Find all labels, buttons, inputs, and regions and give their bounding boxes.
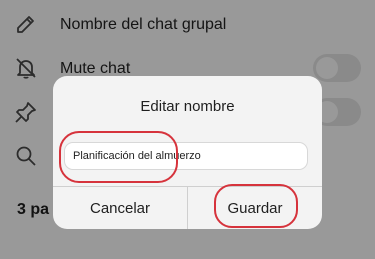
cancel-button[interactable]: Cancelar <box>53 187 187 229</box>
input-highlight-mark <box>59 131 178 183</box>
save-highlight-mark <box>214 184 298 228</box>
dialog-title: Editar nombre <box>140 98 235 115</box>
